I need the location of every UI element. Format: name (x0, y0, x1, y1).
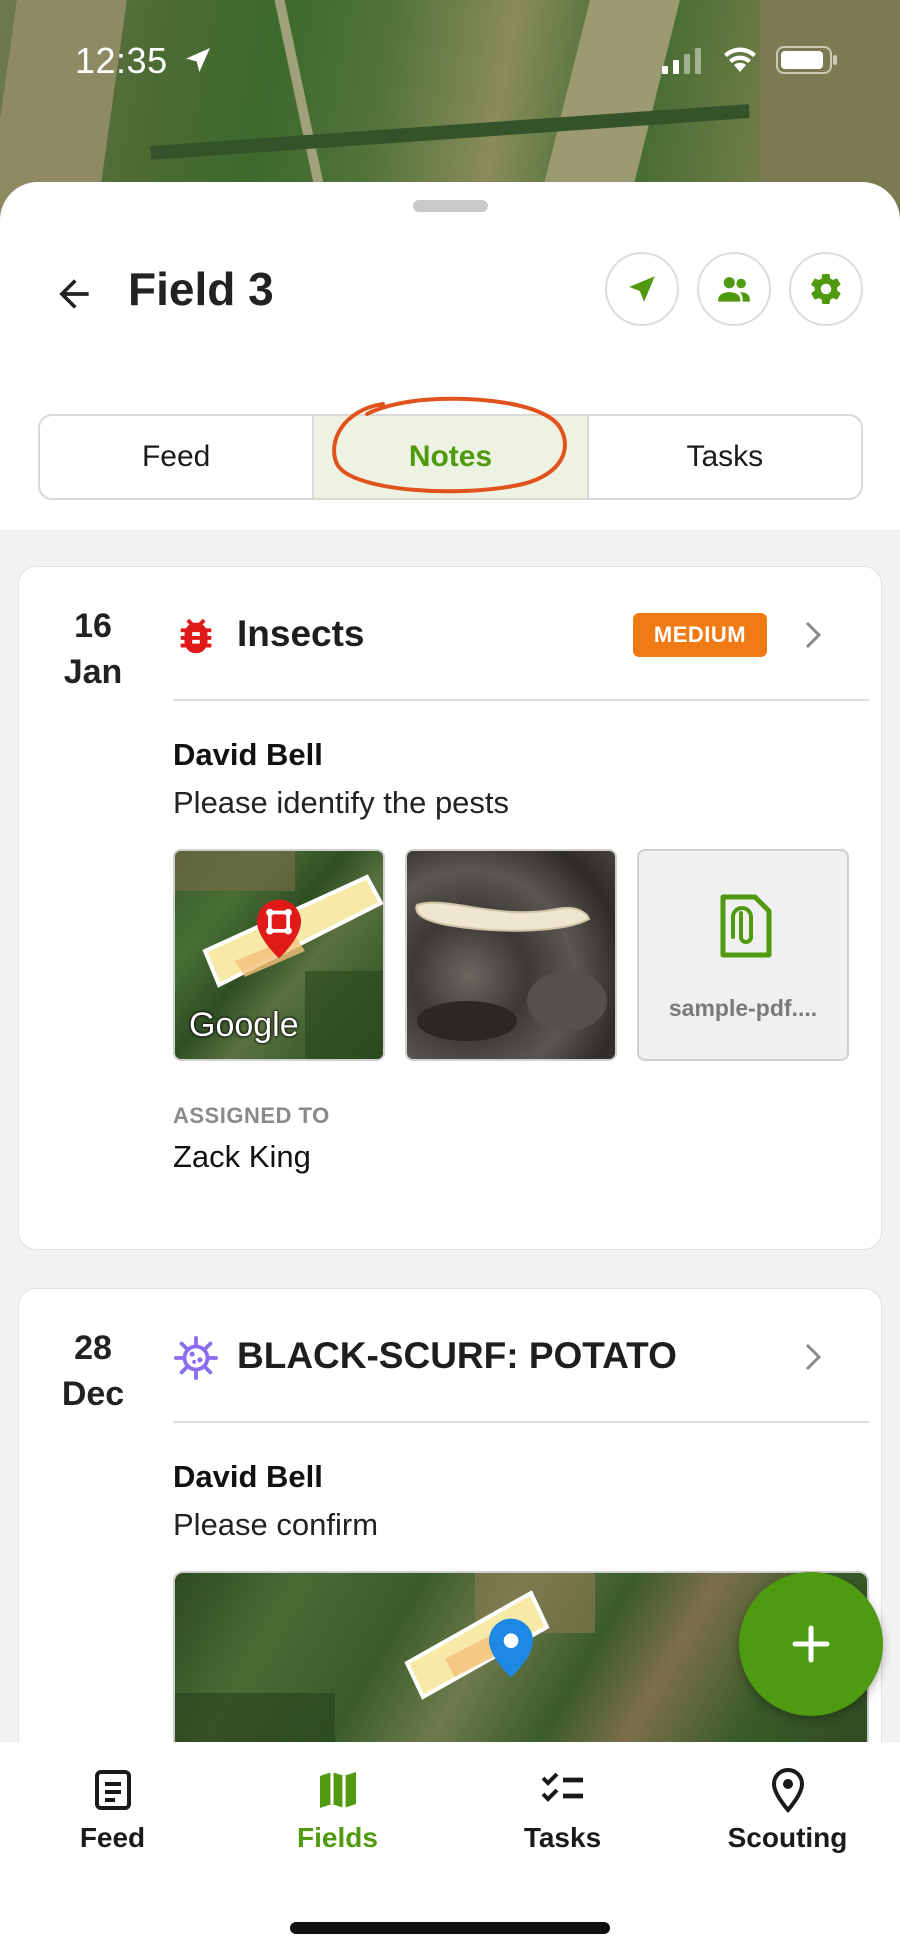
paperclip-file-icon (720, 894, 772, 958)
back-button[interactable] (48, 268, 100, 320)
tab-tasks[interactable]: Tasks (589, 416, 861, 498)
document-icon (94, 1770, 131, 1810)
field-sheet-header: Field 3 Feed Notes Tasks (0, 182, 900, 530)
divider (173, 699, 869, 701)
checklist-icon (541, 1772, 583, 1802)
map-icon (319, 1772, 356, 1808)
nav-item-fields[interactable]: Fields (225, 1766, 450, 1854)
note-date: 16 Jan (19, 603, 167, 695)
nav-label: Tasks (523, 1822, 602, 1853)
chevron-right-icon[interactable] (799, 617, 827, 653)
battery-icon (776, 46, 837, 74)
note-day: 28 (74, 1329, 112, 1367)
page-title: Field 3 (128, 263, 274, 315)
note-day: 16 (74, 607, 112, 645)
chevron-right-icon[interactable] (799, 1339, 827, 1375)
note-author: David Bell (173, 1459, 323, 1494)
status-time: 12:35 (75, 40, 168, 81)
virus-icon (173, 1335, 219, 1381)
nav-item-scouting[interactable]: Scouting (675, 1766, 900, 1854)
sheet-grabber[interactable] (413, 200, 488, 212)
map-pin-icon (489, 1618, 533, 1678)
note-message: Please identify the pests (173, 785, 510, 820)
navigate-icon (629, 276, 655, 302)
attachment-filename: sample-pdf.... (668, 995, 818, 1021)
people-icon (718, 277, 750, 302)
photo-attachment-thumbnail[interactable] (405, 849, 617, 1061)
gear-icon (811, 273, 841, 305)
pin-icon (771, 1767, 804, 1813)
nav-label: Fields (297, 1822, 378, 1853)
google-watermark: Google (189, 1006, 299, 1044)
note-message: Please confirm (173, 1507, 379, 1542)
tab-feed[interactable]: Feed (40, 416, 315, 498)
larva-photo (415, 901, 607, 1041)
note-category: Insects (237, 613, 365, 654)
home-indicator (290, 1922, 610, 1934)
settings-button[interactable] (789, 252, 863, 326)
navigate-button[interactable] (605, 252, 679, 326)
divider (173, 1421, 869, 1423)
signal-icon (662, 48, 701, 74)
plus-icon (792, 1625, 830, 1663)
note-card[interactable]: 28 Dec BLACK-SCURF: POTATO David Bell Pl… (18, 1288, 882, 1788)
note-date: 28 Dec (19, 1325, 167, 1417)
assignee-name: Zack King (173, 1139, 311, 1174)
nav-label: Scouting (727, 1822, 848, 1853)
note-month: Dec (61, 1375, 125, 1413)
bug-icon (180, 618, 212, 654)
map-pin-icon (257, 899, 301, 959)
assigned-label: ASSIGNED TO (173, 1103, 330, 1128)
file-attachment[interactable]: sample-pdf.... (637, 849, 849, 1061)
map-attachment-thumbnail[interactable]: Google (173, 849, 385, 1061)
note-category: BLACK-SCURF: POTATO (237, 1335, 677, 1376)
wifi-icon (724, 47, 756, 72)
section-tabs: Feed Notes Tasks (38, 414, 863, 500)
severity-badge: MEDIUM (633, 613, 767, 657)
nav-item-tasks[interactable]: Tasks (450, 1766, 675, 1854)
note-month: Jan (63, 653, 123, 691)
note-card[interactable]: 16 Jan Insects MEDIUM David Bell Please … (18, 566, 882, 1250)
arrow-left-icon (59, 279, 89, 309)
nav-label: Feed (79, 1822, 146, 1853)
bottom-navigation: Feed Fields Tasks Scouting (0, 1742, 900, 1949)
status-bar: 12:35 (0, 0, 900, 120)
add-note-button[interactable] (739, 1572, 883, 1716)
share-people-button[interactable] (697, 252, 771, 326)
tab-notes[interactable]: Notes (314, 416, 589, 498)
note-author: David Bell (173, 737, 323, 772)
nav-item-feed[interactable]: Feed (0, 1766, 225, 1854)
location-arrow-icon (186, 48, 210, 72)
